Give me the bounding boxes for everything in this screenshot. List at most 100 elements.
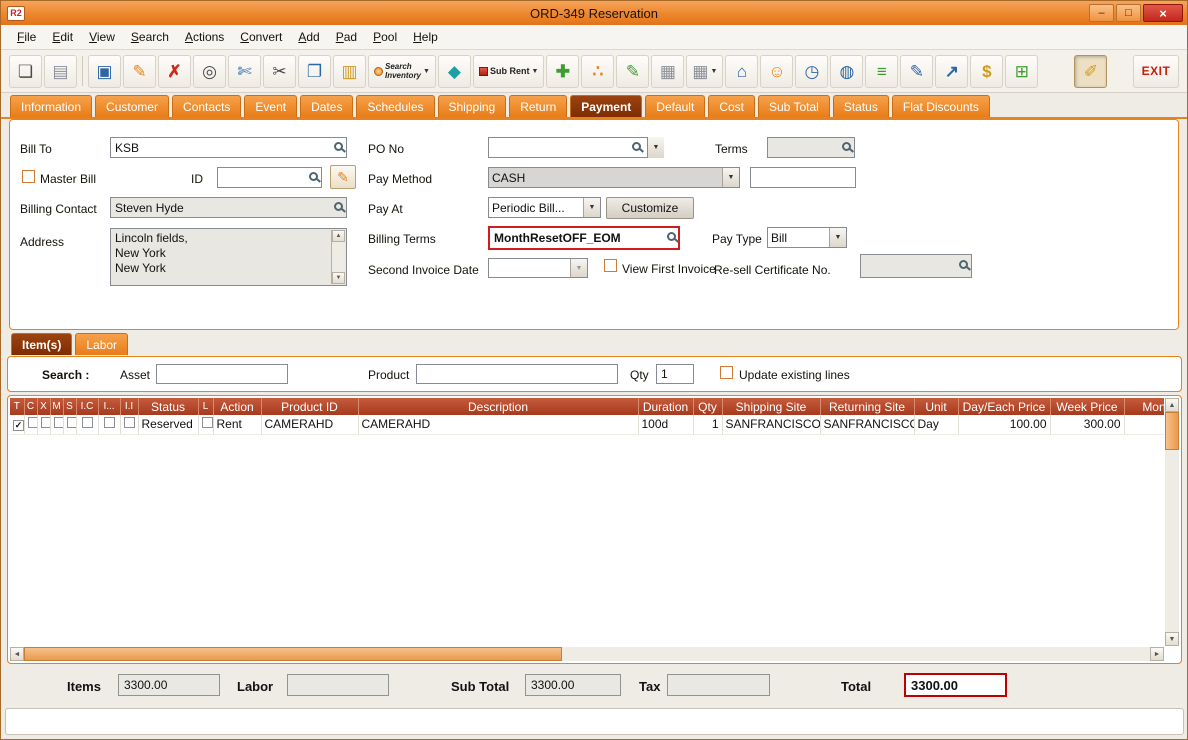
shapes-button[interactable]: ◆ (437, 54, 471, 88)
pay-at-select[interactable]: Periodic Bill... ▼ (488, 197, 601, 218)
group-button[interactable]: ∴ (581, 54, 615, 88)
col-day-each-price[interactable]: Day/Each Price (958, 398, 1051, 415)
address-scrollbar[interactable]: ▲ ▼ (331, 230, 345, 284)
sub-rent-button[interactable]: Sub Rent ▼ (472, 54, 545, 88)
search-icon[interactable] (632, 141, 641, 151)
grid-button[interactable]: ▦ (651, 54, 685, 88)
catalog-button[interactable]: ≡ (865, 54, 899, 88)
search-icon[interactable] (959, 260, 968, 269)
wand-button[interactable]: ✐ (1074, 54, 1108, 88)
new-document-button[interactable]: ❏ (9, 54, 42, 88)
row-i-checkbox[interactable] (103, 417, 115, 429)
horizontal-scroll-thumb[interactable] (24, 647, 562, 661)
search-icon[interactable] (667, 232, 676, 241)
export-button[interactable]: ↗ (935, 54, 969, 88)
delete-button[interactable]: ✗ (158, 54, 191, 88)
print-button[interactable]: ▤ (44, 54, 77, 88)
row-select-checkbox[interactable]: ✓ (13, 420, 23, 432)
scroll-left-icon[interactable]: ◄ (10, 647, 24, 661)
tab-default[interactable]: Default (645, 95, 706, 117)
cut-sheet-button[interactable]: ✄ (228, 54, 261, 88)
menu-pool[interactable]: Pool (365, 27, 405, 47)
menu-add[interactable]: Add (290, 27, 327, 47)
col-returning-site[interactable]: Returning Site (820, 398, 915, 415)
scroll-track[interactable] (562, 647, 1150, 661)
col-week-price[interactable]: Week Price (1050, 398, 1125, 415)
row-c-checkbox[interactable] (27, 417, 36, 429)
menu-actions[interactable]: Actions (177, 27, 232, 47)
pay-method-extra-input[interactable] (750, 167, 856, 188)
notes-button[interactable]: ✎ (900, 54, 934, 88)
row-x-checkbox[interactable] (40, 417, 49, 429)
po-no-dropdown-button[interactable]: ▼ (647, 137, 664, 158)
tab-payment[interactable]: Payment (570, 95, 643, 117)
col-x[interactable]: X (37, 398, 51, 415)
grid-dropdown-icon[interactable]: ▼ (710, 68, 717, 75)
billing-terms-input[interactable] (488, 226, 680, 250)
col-t[interactable]: T (10, 398, 25, 415)
scroll-down-icon[interactable]: ▼ (332, 272, 345, 284)
web-button[interactable]: ◍ (830, 54, 864, 88)
chevron-down-icon[interactable]: ▼ (722, 168, 739, 187)
customer-service-button[interactable]: ☺ (760, 54, 794, 88)
col-c[interactable]: C (24, 398, 38, 415)
col-product-id[interactable]: Product ID (261, 398, 359, 415)
tab-dates[interactable]: Dates (300, 95, 354, 117)
row-ii-checkbox[interactable] (123, 417, 135, 429)
paste-button[interactable]: ▥ (333, 54, 366, 88)
address-box[interactable]: Lincoln fields, New York New York ▲ ▼ (110, 228, 347, 286)
view-first-invoice-checkbox[interactable] (604, 259, 617, 272)
bill-to-input[interactable] (110, 137, 347, 158)
tab-cost[interactable]: Cost (708, 95, 755, 117)
pay-method-select[interactable]: CASH ▼ (488, 167, 740, 188)
maximize-button[interactable]: □ (1116, 4, 1141, 22)
table-row[interactable]: ✓ Reserved Rent CAMERAHD CAMERAHD 100d 1… (10, 415, 1164, 435)
edit-button[interactable]: ✎ (123, 54, 156, 88)
cart-button[interactable]: ⊞ (1005, 54, 1039, 88)
save-button[interactable]: ▣ (88, 54, 121, 88)
col-unit[interactable]: Unit (914, 398, 959, 415)
tab-items[interactable]: Item(s) (11, 333, 73, 355)
id-input[interactable] (217, 167, 322, 188)
col-status[interactable]: Status (138, 398, 199, 415)
qty-input[interactable] (656, 364, 694, 384)
sub-rent-dropdown-icon[interactable]: ▼ (531, 68, 538, 75)
col-ii[interactable]: I.I (120, 398, 139, 415)
menu-convert[interactable]: Convert (232, 27, 290, 47)
tab-shipping[interactable]: Shipping (437, 95, 507, 117)
grid-dropdown-button[interactable]: ▦ ▼ (686, 54, 724, 88)
scroll-track[interactable] (1165, 450, 1179, 632)
search-icon[interactable] (334, 141, 343, 151)
search-icon[interactable] (309, 171, 318, 181)
col-description[interactable]: Description (358, 398, 639, 415)
vertical-scroll-thumb[interactable] (1165, 412, 1179, 450)
tab-labor[interactable]: Labor (75, 333, 129, 355)
search-inventory-button[interactable]: Search Inventory ▼ (368, 54, 436, 88)
menu-edit[interactable]: Edit (44, 27, 81, 47)
col-ic[interactable]: I.C (76, 398, 99, 415)
search-icon[interactable] (334, 201, 343, 211)
tab-contacts[interactable]: Contacts (172, 95, 242, 117)
menu-file[interactable]: File (9, 27, 44, 47)
print-setup-button[interactable]: ⌂ (725, 54, 759, 88)
pay-type-select[interactable]: Bill ▼ (767, 227, 847, 248)
id-edit-button[interactable]: ✎ (330, 165, 356, 189)
second-invoice-date-select[interactable]: ▼ (488, 258, 588, 278)
chevron-down-icon[interactable]: ▼ (583, 198, 600, 217)
tab-schedules[interactable]: Schedules (356, 95, 435, 117)
scroll-right-icon[interactable]: ► (1150, 647, 1164, 661)
product-input[interactable] (416, 364, 618, 384)
row-m-checkbox[interactable] (53, 417, 62, 429)
tab-status[interactable]: Status (832, 95, 889, 117)
row-l-checkbox[interactable] (201, 417, 212, 429)
tab-sub-total[interactable]: Sub Total (758, 95, 830, 117)
col-shipping-site[interactable]: Shipping Site (722, 398, 821, 415)
chevron-down-icon[interactable]: ▼ (829, 228, 846, 247)
col-s[interactable]: S (63, 398, 77, 415)
menu-search[interactable]: Search (123, 27, 177, 47)
tab-flat-discounts[interactable]: Flat Discounts (891, 95, 990, 117)
search-icon[interactable] (842, 141, 851, 151)
cut-button[interactable]: ✂ (263, 54, 296, 88)
col-l[interactable]: L (198, 398, 214, 415)
resell-certificate-input[interactable] (860, 254, 972, 278)
